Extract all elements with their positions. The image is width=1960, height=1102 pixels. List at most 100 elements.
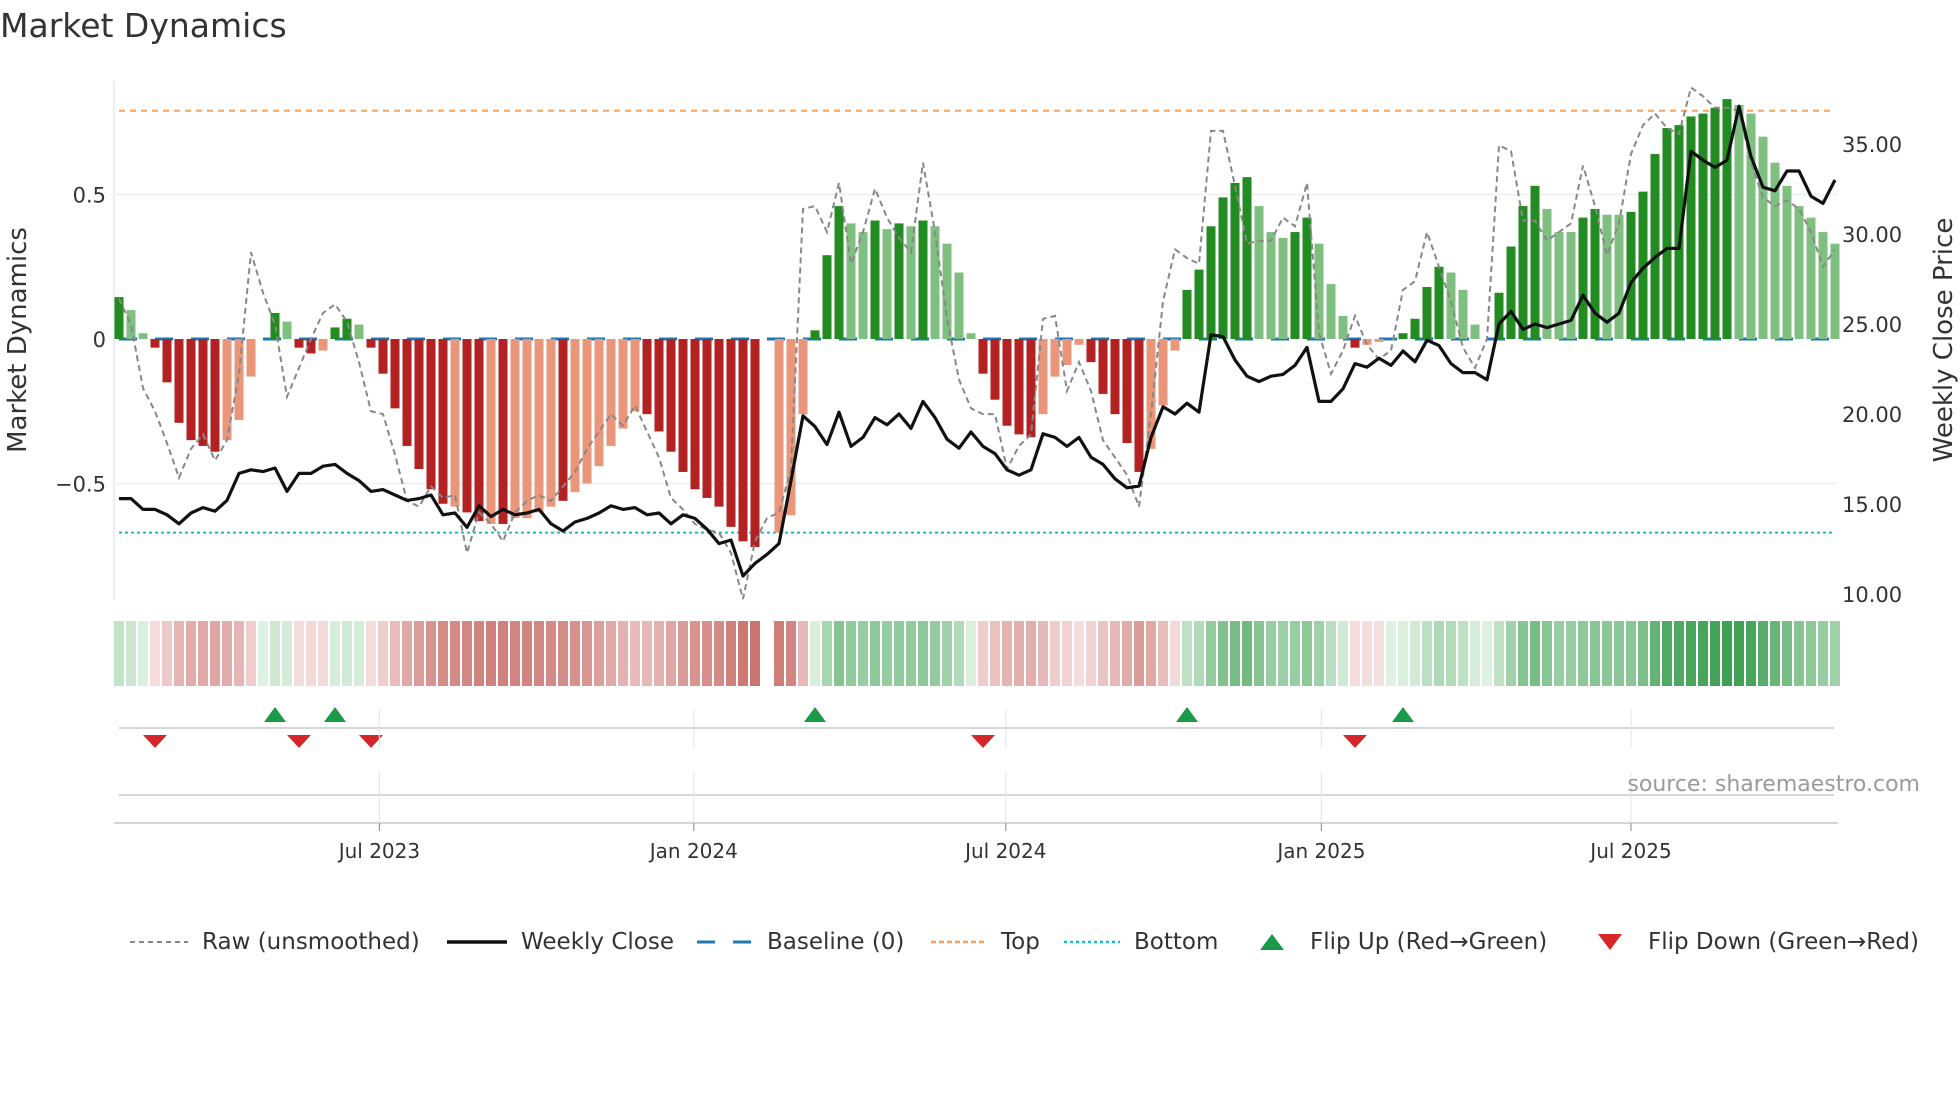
heatmap-cell — [258, 621, 268, 686]
dynamics-bar — [1578, 217, 1588, 339]
triangle-down-icon — [1598, 934, 1622, 950]
heatmap-cell — [1182, 621, 1192, 686]
heatmap-cell — [1254, 621, 1264, 686]
dynamics-bar — [174, 339, 184, 423]
heatmap-cell — [1482, 621, 1492, 686]
dynamics-bar — [1290, 232, 1300, 339]
dynamics-bar — [1098, 339, 1108, 394]
heatmap-cell — [954, 621, 964, 686]
dynamics-bar — [810, 330, 820, 339]
heatmap-cell — [678, 621, 688, 686]
heatmap-cell — [1038, 621, 1048, 686]
dynamics-bar — [1446, 272, 1456, 339]
dynamics-bar — [690, 339, 700, 490]
heatmap-cell — [810, 621, 820, 686]
dynamics-bar — [702, 339, 712, 498]
dynamics-bar — [822, 255, 832, 339]
dynamics-bar — [1086, 339, 1096, 363]
heatmap-cell — [1830, 621, 1840, 686]
dynamics-bar — [1662, 128, 1672, 339]
legend-label: Top — [1001, 929, 1040, 955]
legend-item-flip-up: Flip Up (Red→Green) — [1258, 922, 1547, 962]
heatmap-cell — [1302, 621, 1312, 686]
heatmap-cell — [342, 621, 352, 686]
dynamics-bar — [1470, 324, 1480, 339]
heatmap-cell — [1722, 621, 1732, 686]
heatmap-cell — [642, 621, 652, 686]
heatmap-cell — [894, 621, 904, 686]
dynamics-bar — [402, 339, 412, 446]
dynamics-bar — [1350, 339, 1360, 348]
dynamics-bar — [978, 339, 988, 374]
heatmap-cell — [1194, 621, 1204, 686]
dynamics-bar — [1002, 339, 1012, 426]
legend-item-flip-down: Flip Down (Green→Red) — [1596, 922, 1919, 962]
dynamics-bar — [270, 312, 280, 339]
heatmap-cell — [930, 621, 940, 686]
heatmap-cell — [1350, 621, 1360, 686]
heatmap-cell — [1062, 621, 1072, 686]
heatmap-cell — [834, 621, 844, 686]
dynamics-bar — [1650, 154, 1660, 339]
heatmap-cell — [1374, 621, 1384, 686]
dynamics-bar — [918, 220, 928, 339]
heatmap-cell — [1818, 621, 1828, 686]
dynamics-bar — [462, 339, 472, 513]
dynamics-bar — [1110, 339, 1120, 415]
heatmap-cell — [198, 621, 208, 686]
dynamics-bar — [342, 318, 352, 339]
flip-down-marker — [1343, 735, 1367, 748]
heatmap-cell — [654, 621, 664, 686]
dynamics-bar — [1398, 333, 1408, 339]
dynamics-bar — [1782, 185, 1792, 339]
dynamics-bar — [1422, 286, 1432, 339]
dynamics-bar — [354, 324, 364, 339]
heatmap-cell — [1410, 621, 1420, 686]
heatmap-cell — [210, 621, 220, 686]
heatmap-cell — [990, 621, 1000, 686]
dynamics-bar — [1158, 339, 1168, 406]
dynamics-bar — [906, 226, 916, 339]
heatmap-cell — [1710, 621, 1720, 686]
heatmap-cell — [1614, 621, 1624, 686]
heatmap-cell — [1086, 621, 1096, 686]
heatmap-cell — [402, 621, 412, 686]
dynamics-bar — [726, 339, 736, 527]
heatmap-cell — [1662, 621, 1672, 686]
heatmap-cell — [1494, 621, 1504, 686]
dynamics-bar — [1722, 99, 1732, 339]
heatmap-cell — [1230, 621, 1240, 686]
heatmap-cell — [1398, 621, 1408, 686]
flip-up-marker — [1176, 707, 1198, 722]
legend-label: Flip Down (Green→Red) — [1648, 929, 1919, 955]
dynamics-bar — [1062, 339, 1072, 366]
dynamics-bar — [1194, 269, 1204, 339]
heatmap-cell — [858, 621, 868, 686]
heatmap-cell — [318, 621, 328, 686]
x-tick-label: Jul 2025 — [1588, 839, 1671, 863]
heatmap-cell — [1146, 621, 1156, 686]
heatmap-cell — [1650, 621, 1660, 686]
dynamics-bar — [1122, 339, 1132, 444]
heatmap-cell — [618, 621, 628, 686]
dynamics-bar — [990, 339, 1000, 400]
dynamics-bar — [378, 339, 388, 374]
heatmap-cell — [1026, 621, 1036, 686]
dynamics-bar — [1230, 182, 1240, 339]
dash-line-icon — [697, 940, 753, 944]
heatmap-cell — [1122, 621, 1132, 686]
heatmap-cell — [1422, 621, 1432, 686]
heatmap-cell — [390, 621, 400, 686]
heatmap-cell — [606, 621, 616, 686]
flip-up-marker — [1392, 707, 1414, 722]
heatmap-cell — [1446, 621, 1456, 686]
dynamics-bar — [390, 339, 400, 409]
x-axis: Jul 2023 Jan 2024 Jul 2024 Jan 2025 Jul 2025 — [114, 709, 1838, 863]
dynamics-bar — [618, 339, 628, 429]
heatmap-cell — [186, 621, 196, 686]
dynamics-bar — [870, 220, 880, 339]
legend-item-close: Weekly Close — [447, 922, 674, 962]
heatmap-cell — [702, 621, 712, 686]
flip-up-marker — [264, 707, 286, 722]
dynamics-bar — [294, 339, 304, 348]
